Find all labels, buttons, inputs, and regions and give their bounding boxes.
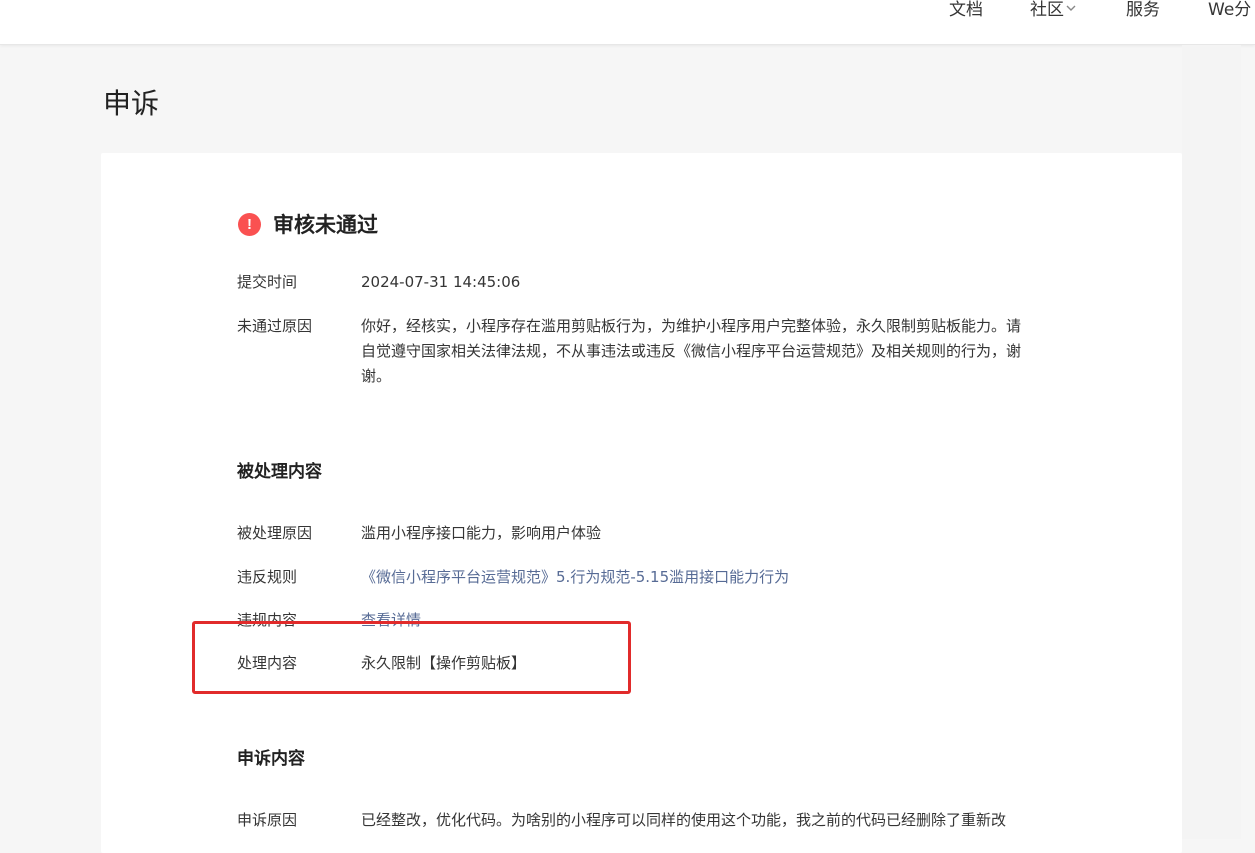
appeal-reason-value: 已经整改，优化代码。为啥别的小程序可以同样的使用这个功能，我之前的代码已经删除了… — [361, 811, 1007, 829]
status-title: 审核未通过 — [273, 213, 378, 237]
nav-item-community[interactable]: 社区 — [1030, 0, 1077, 20]
nav-item-services[interactable]: 服务 — [1126, 0, 1160, 20]
reject-reason-value: 你好，经核实，小程序存在滥用剪贴板行为，为维护小程序用户完整体验，永久限制剪贴板… — [361, 317, 1022, 385]
processed-section-title: 被处理内容 — [237, 462, 322, 482]
appeal-reason-label: 申诉原因 — [237, 811, 298, 829]
processed-reason-value: 滥用小程序接口能力，影响用户体验 — [361, 524, 602, 542]
top-nav-bar: 文档 社区 服务 We分 — [0, 0, 1255, 45]
submit-time-label: 提交时间 — [237, 273, 298, 291]
violated-rule-link[interactable]: 《微信小程序平台运营规范》5.行为规范-5.15滥用接口能力行为 — [361, 565, 789, 590]
exclamation-icon: ! — [238, 212, 261, 236]
red-highlight-box — [192, 621, 631, 694]
page-title: 申诉 — [103, 87, 160, 120]
violated-rule-label: 违反规则 — [237, 568, 298, 586]
nav-item-docs[interactable]: 文档 — [949, 0, 983, 20]
page-side-strip — [1182, 45, 1241, 839]
appeal-section-title: 申诉内容 — [237, 749, 305, 769]
nav-item-we[interactable]: We分 — [1208, 0, 1251, 20]
submit-time-value: 2024-07-31 14:45:06 — [361, 273, 521, 291]
nav-item-community-label: 社区 — [1030, 0, 1064, 20]
processed-reason-label: 被处理原因 — [237, 524, 313, 542]
review-status: ! 审核未通过 — [238, 208, 378, 240]
chevron-down-icon — [1066, 5, 1076, 11]
reject-reason-label: 未通过原因 — [237, 317, 313, 335]
